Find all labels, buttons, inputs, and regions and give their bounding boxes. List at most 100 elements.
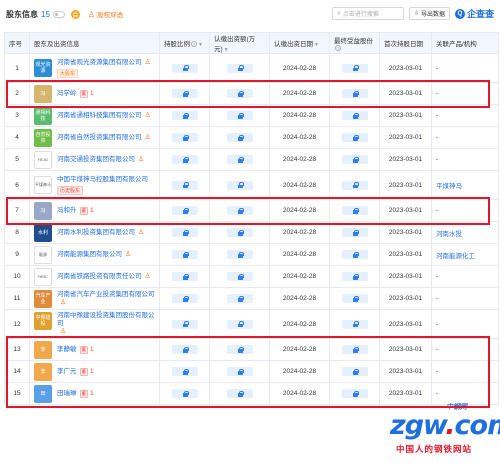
lock-icon[interactable] <box>226 272 253 281</box>
equity-person-icon[interactable]: ♙ <box>125 251 131 259</box>
shareholder-name-link[interactable]: 河南交通投资集团有限公司 <box>57 156 135 164</box>
equity-penetration-link[interactable]: ♙ 股权穿透 <box>88 9 123 20</box>
lock-icon[interactable] <box>171 111 198 120</box>
shareholder-logo[interactable]: 平煤神马 <box>34 175 52 194</box>
shareholder-name-link[interactable]: 河南能源集团有限公司 <box>57 251 122 259</box>
sort-icon[interactable]: ▼ <box>314 42 319 48</box>
lock-icon[interactable] <box>171 155 198 164</box>
shareholder-name-link[interactable]: 河南中豫建设投资集团股份有限公司 <box>57 312 155 328</box>
lock-icon[interactable] <box>226 228 253 237</box>
lock-icon[interactable] <box>226 345 253 354</box>
lock-icon[interactable] <box>341 367 368 376</box>
lock-icon[interactable] <box>341 228 368 237</box>
table-row[interactable]: 8 水利 河南水利投资集团有限公司 ♙ 2024-02-28 2023-03-01 河南水投 <box>4 221 499 244</box>
lock-icon[interactable] <box>341 345 368 354</box>
lock-icon[interactable] <box>341 206 368 215</box>
shareholder-logo[interactable]: HCIG <box>34 150 52 169</box>
shareholder-name-link[interactable]: 河南省观光资源集团有限公司 <box>57 59 142 67</box>
lock-icon[interactable] <box>226 206 253 215</box>
table-row[interactable]: 14 李李广元董 1 2024-02-28 2023-03-01- <box>4 360 499 383</box>
equity-person-icon[interactable]: ♙ <box>138 229 144 237</box>
lock-icon[interactable] <box>171 345 198 354</box>
lock-icon[interactable] <box>226 155 253 164</box>
help-icon[interactable]: ? <box>335 44 341 51</box>
lock-icon[interactable] <box>171 228 198 237</box>
shareholder-name-link[interactable]: 河南水利投资集团有限公司 <box>57 229 135 237</box>
shareholder-name-link[interactable]: 田瑞琳 <box>57 390 77 398</box>
help-icon[interactable]: ? <box>191 41 197 47</box>
lock-icon[interactable] <box>171 133 198 142</box>
related-product[interactable]: 平煤神马 <box>431 170 499 200</box>
table-row[interactable]: 6 平煤神马 中国平煤神马控股集团有限公司 历史股东 2024-02-28 2023-03… <box>4 170 499 200</box>
equity-person-icon[interactable]: ♙ <box>145 134 151 142</box>
shareholder-name-link[interactable]: 河南省汽车产业投资集团有限公司 <box>57 291 155 299</box>
lock-icon[interactable] <box>341 111 368 120</box>
lock-icon[interactable] <box>226 180 253 190</box>
lock-icon[interactable] <box>341 250 368 259</box>
shareholder-name-link[interactable]: 李静敏 <box>57 346 77 354</box>
shareholder-logo[interactable]: 中豫建投 <box>34 312 52 330</box>
shareholder-logo[interactable]: 通相科技 <box>34 106 52 125</box>
lock-icon[interactable] <box>171 63 198 73</box>
lock-icon[interactable] <box>171 319 198 329</box>
lock-icon[interactable] <box>171 250 198 259</box>
table-row[interactable]: 2 冯冯学岭董 1 2024-02-28 2023-03-01- <box>4 82 499 105</box>
table-row[interactable]: 7 冯冯和升董 1 2024-02-28 2023-03-01- <box>4 199 499 222</box>
table-row[interactable]: 1 观光资源 河南省观光资源集团有限公司 ♙ 大股东 2024-02-28 2023-03-… <box>4 53 499 83</box>
shareholder-logo[interactable]: 汽车产业 <box>34 289 52 308</box>
lock-icon[interactable] <box>226 389 253 398</box>
sort-icon[interactable]: ▼ <box>224 47 229 53</box>
table-row[interactable]: 10 HRIC 河南省铁路投资有限责任公司 ♙ 2024-02-28 2023-03-01… <box>4 265 499 288</box>
shareholder-name-link[interactable]: 河南省通相科技集团有限公司 <box>57 112 142 120</box>
lock-icon[interactable] <box>341 319 368 329</box>
shareholder-logo[interactable]: 自然投资 <box>34 128 52 147</box>
lock-icon[interactable] <box>171 89 198 98</box>
table-row[interactable]: 11 汽车产业 河南省汽车产业投资集团有限公司 ♙ 2024-02-28 2023-03-… <box>4 287 499 310</box>
lock-icon[interactable] <box>226 111 253 120</box>
lock-icon[interactable] <box>226 250 253 259</box>
lock-icon[interactable] <box>341 272 368 281</box>
equity-person-icon[interactable]: ♙ <box>60 299 66 307</box>
shareholder-name-link[interactable]: 河南省自然投资集团有限公司 <box>57 134 142 142</box>
lock-icon[interactable] <box>226 89 253 98</box>
table-row[interactable]: 9 能源 河南能源集团有限公司 ♙ 2024-02-28 2023-03-01 河南能源化工 <box>4 243 499 266</box>
search-input[interactable]: ⌕ 点击进行搜索 <box>331 7 404 20</box>
lock-icon[interactable] <box>171 180 198 190</box>
equity-person-icon[interactable]: ♙ <box>145 59 151 67</box>
related-product[interactable]: 河南能源化工 <box>431 243 499 266</box>
shareholder-name-link[interactable]: 河南省铁路投资有限责任公司 <box>57 273 142 281</box>
shareholder-logo[interactable]: 能源 <box>34 245 52 264</box>
lock-icon[interactable] <box>226 319 253 329</box>
table-row[interactable]: 3 通相科技 河南省通相科技集团有限公司 ♙ 2024-02-28 2023-03-01- <box>4 104 499 127</box>
equity-person-icon[interactable]: ♙ <box>60 328 66 336</box>
lock-icon[interactable] <box>341 294 368 303</box>
equity-person-icon[interactable]: ♙ <box>138 156 144 164</box>
toggle-switch[interactable] <box>52 10 65 18</box>
equity-person-icon[interactable]: ♙ <box>145 112 151 120</box>
vip-icon[interactable]: 会 <box>70 9 80 19</box>
lock-icon[interactable] <box>341 389 368 398</box>
position-tag[interactable]: 董1 <box>79 389 94 398</box>
lock-icon[interactable] <box>226 294 253 303</box>
sort-icon[interactable]: ▼ <box>198 42 203 48</box>
position-tag[interactable]: 董1 <box>79 89 94 98</box>
lock-icon[interactable] <box>226 367 253 376</box>
lock-icon[interactable] <box>171 272 198 281</box>
shareholder-logo[interactable]: 李 <box>34 362 52 381</box>
shareholder-name-link[interactable]: 冯和升 <box>57 207 77 215</box>
shareholder-logo[interactable]: HRIC <box>34 267 52 286</box>
position-tag[interactable]: 董1 <box>79 345 94 354</box>
lock-icon[interactable] <box>226 133 253 142</box>
lock-icon[interactable] <box>341 180 368 190</box>
lock-icon[interactable] <box>341 63 368 73</box>
col-header-subscribe-date[interactable]: 认缴出资日期▼ <box>269 32 330 54</box>
shareholder-logo[interactable]: 水利 <box>34 223 52 242</box>
related-product[interactable]: 河南水投 <box>431 221 499 244</box>
shareholder-name-link[interactable]: 中国平煤神马控股集团有限公司 <box>57 176 148 184</box>
equity-person-icon[interactable]: ♙ <box>145 273 151 281</box>
lock-icon[interactable] <box>341 133 368 142</box>
shareholder-logo[interactable]: 观光资源 <box>34 58 52 77</box>
shareholder-logo[interactable]: 李 <box>34 340 52 359</box>
export-button[interactable]: ⇩ 导出数据 <box>408 7 450 20</box>
lock-icon[interactable] <box>341 89 368 98</box>
